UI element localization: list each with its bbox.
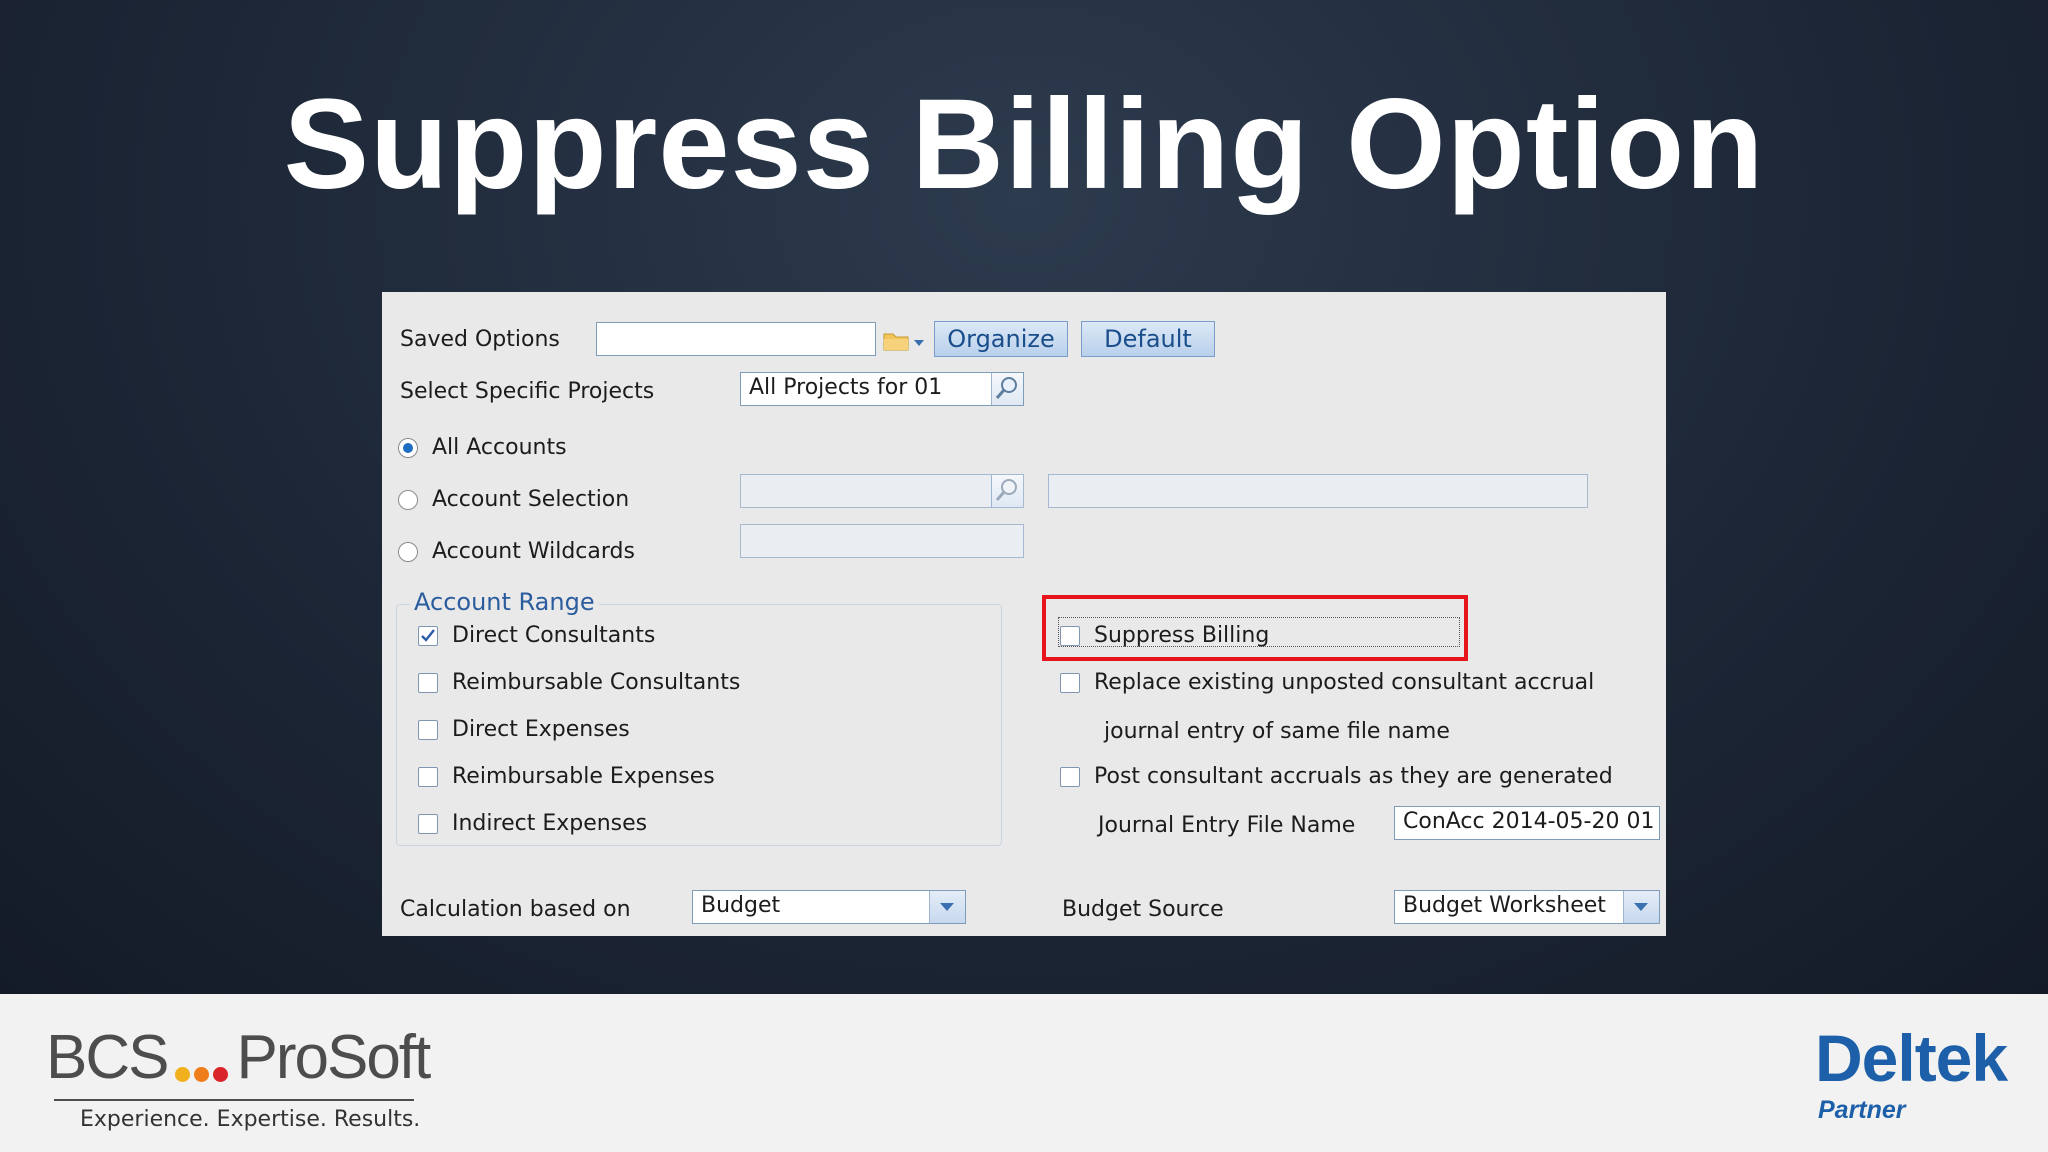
account-range-title: Account Range	[410, 588, 599, 616]
select-projects-value: All Projects for 01	[749, 375, 943, 400]
direct-expenses-checkbox[interactable]	[418, 720, 438, 740]
deltek-logo-text: Deltek	[1815, 1021, 2008, 1095]
chevron-down-icon[interactable]	[929, 891, 965, 923]
journal-entry-file-label: Journal Entry File Name	[1098, 813, 1356, 838]
account-selection-label: Account Selection	[432, 487, 630, 512]
budget-source-value: Budget Worksheet	[1403, 893, 1606, 918]
journal-entry-file-input[interactable]: ConAcc 2014-05-20 01	[1394, 806, 1660, 840]
indirect-expenses-label: Indirect Expenses	[452, 811, 648, 836]
saved-options-input[interactable]	[596, 322, 876, 356]
process-options-dialog: Saved Options Organize Default Select Sp…	[382, 292, 1666, 936]
suppress-billing-label: Suppress Billing	[1094, 623, 1270, 648]
select-projects-label: Select Specific Projects	[400, 379, 655, 404]
deltek-partner-text: Partner	[1818, 1096, 1906, 1124]
calculation-based-on-label: Calculation based on	[400, 897, 631, 922]
account-wildcards-label: Account Wildcards	[432, 539, 635, 564]
bcs-logo-left: BCS	[46, 1023, 169, 1092]
account-selection-description[interactable]	[1048, 474, 1588, 508]
reimbursable-consultants-label: Reimbursable Consultants	[452, 670, 741, 695]
bcs-logo-right: ProSoft	[236, 1023, 431, 1092]
account-selection-radio[interactable]	[398, 490, 418, 510]
folder-icon[interactable]	[882, 328, 926, 354]
direct-consultants-checkbox[interactable]	[418, 626, 438, 646]
account-wildcards-radio[interactable]	[398, 542, 418, 562]
calculation-based-on-select[interactable]: Budget	[692, 890, 966, 924]
post-accruals-checkbox[interactable]	[1060, 767, 1080, 787]
replace-existing-label-line2: journal entry of same file name	[1104, 719, 1450, 744]
reimbursable-consultants-checkbox[interactable]	[418, 673, 438, 693]
all-accounts-label: All Accounts	[432, 435, 567, 460]
organize-button[interactable]: Organize	[934, 321, 1068, 357]
replace-existing-label-line1: Replace existing unposted consultant acc…	[1094, 670, 1595, 695]
budget-source-select[interactable]: Budget Worksheet	[1394, 890, 1660, 924]
default-button[interactable]: Default	[1081, 321, 1215, 357]
saved-options-label: Saved Options	[400, 327, 560, 352]
logo-rule	[54, 1098, 414, 1101]
all-accounts-radio[interactable]	[398, 438, 418, 458]
budget-source-label: Budget Source	[1062, 897, 1224, 922]
suppress-billing-checkbox[interactable]	[1060, 626, 1080, 646]
reimbursable-expenses-label: Reimbursable Expenses	[452, 764, 715, 789]
search-icon[interactable]	[991, 475, 1023, 507]
deltek-partner-logo: Deltek Partner	[1815, 1020, 2008, 1125]
bcs-tagline: Experience. Expertise. Results.	[80, 1106, 421, 1132]
calculation-based-on-value: Budget	[701, 893, 781, 918]
select-projects-field[interactable]: All Projects for 01	[740, 372, 1024, 406]
indirect-expenses-checkbox[interactable]	[418, 814, 438, 834]
post-accruals-label: Post consultant accruals as they are gen…	[1094, 764, 1613, 789]
reimbursable-expenses-checkbox[interactable]	[418, 767, 438, 787]
logo-dots-icon	[173, 1029, 230, 1095]
replace-existing-checkbox[interactable]	[1060, 673, 1080, 693]
direct-expenses-label: Direct Expenses	[452, 717, 630, 742]
bcs-prosoft-logo: BCS ProSoft Experience. Expertise. Result…	[46, 1023, 431, 1132]
chevron-down-icon[interactable]	[1623, 891, 1659, 923]
search-icon[interactable]	[991, 373, 1023, 405]
account-wildcards-field[interactable]	[740, 524, 1024, 558]
slide-title: Suppress Billing Option	[283, 73, 1765, 216]
account-selection-field[interactable]	[740, 474, 1024, 508]
direct-consultants-label: Direct Consultants	[452, 623, 656, 648]
